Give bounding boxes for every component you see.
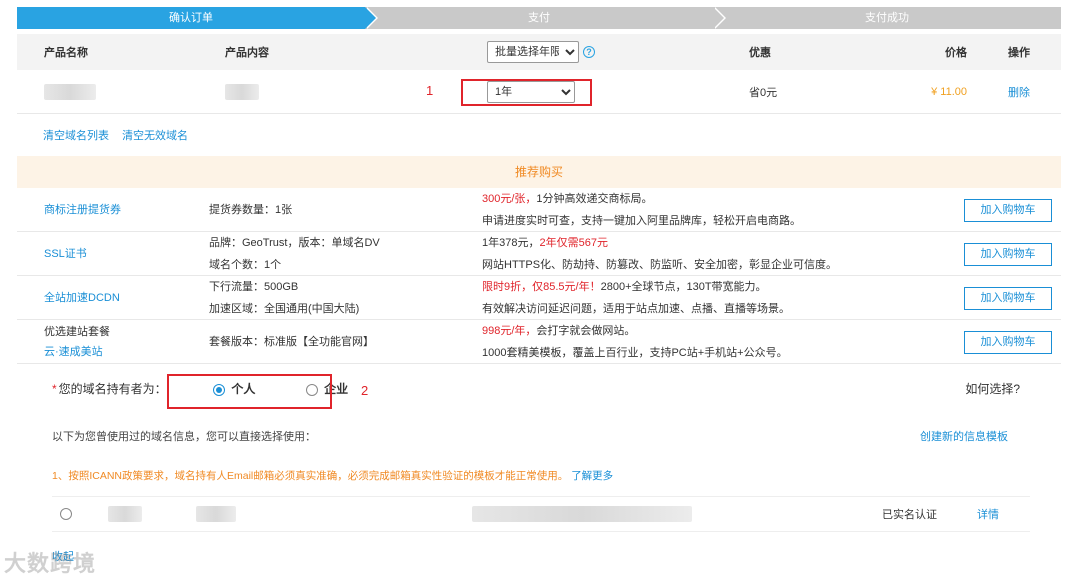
add-to-cart-button[interactable]: 加入购物车 (964, 243, 1052, 266)
highlight-box-2 (167, 374, 332, 409)
annotation-number-2: 2 (361, 383, 369, 398)
header-price: 价格 (945, 47, 967, 59)
recommend-item-dcdn: 全站加速DCDN 下行流量：500GB 加速区域：全国通用(中国大陆) 限时9折，… (17, 276, 1061, 320)
discount-value: 省0元 (749, 86, 778, 99)
recommend-item-website: 优选建站套餐 云·速成美站 套餐版本：标准版【全功能官网】 998元/年，会打字… (17, 320, 1061, 364)
add-to-cart-button[interactable]: 加入购物车 (964, 331, 1052, 354)
blurred-content (225, 83, 259, 100)
clear-domain-list-link[interactable]: 清空域名列表 (43, 130, 109, 142)
add-to-cart-button[interactable]: 加入购物车 (964, 287, 1052, 310)
progress-steps: 确认订单 支付 支付成功 (17, 7, 1061, 29)
learn-more-link[interactable]: 了解更多 (571, 470, 613, 482)
holder-label: 您的域名持有者为： (58, 382, 167, 396)
help-icon[interactable]: ? (583, 46, 595, 59)
table-header: 产品名称 产品内容 批量选择年限 ? 优惠 价格 操作 (17, 34, 1061, 70)
step-label: 支付成功 (865, 12, 909, 24)
verified-status: 已实名认证 (882, 509, 937, 521)
holder-info-text: 以下为您曾使用过的域名信息，您可以直接选择使用： (52, 431, 316, 443)
detail-link[interactable]: 详情 (977, 506, 999, 522)
create-template-link[interactable]: 创建新的信息模板 (920, 428, 1008, 444)
header-period: 批量选择年限 ? (457, 41, 727, 63)
clear-invalid-domains-link[interactable]: 清空无效域名 (122, 130, 188, 142)
header-product-content: 产品内容 (225, 47, 269, 59)
header-action: 操作 (1008, 47, 1030, 59)
recommend-item-trademark: 商标注册提货券 提货券数量：1张 300元/张，1分钟高效递交商标局。 申请进度… (17, 188, 1061, 232)
item-name: 优选建站套餐 (44, 325, 110, 338)
product-content-cell (207, 83, 457, 100)
item-desc: 限时9折，仅85.5元/年！2800+全球节点，130T带宽能力。 有效解决访问… (482, 280, 790, 315)
price-value: ¥ 11.00 (931, 85, 967, 98)
header-discount: 优惠 (749, 47, 771, 59)
watermark-logo: 大数跨境 (4, 551, 97, 576)
item-desc: 300元/张，1分钟高效递交商标局。 申请进度实时可查，支持一键加入阿里品牌库，… (482, 192, 801, 227)
step-label: 确认订单 (169, 12, 213, 24)
blurred-template-owner (196, 506, 236, 522)
template-row[interactable]: 已实名认证 详情 (52, 496, 1030, 532)
item-name-link[interactable]: SSL证书 (44, 248, 87, 260)
header-product-name: 产品名称 (44, 47, 88, 59)
recommend-title: 推荐购买 (17, 156, 1061, 188)
item-name-link[interactable]: 商标注册提货券 (44, 204, 121, 216)
highlight-box-1 (461, 79, 592, 106)
annotation-number-1: 1 (426, 83, 434, 98)
how-to-choose[interactable]: 如何选择? (965, 380, 1020, 397)
recommend-section: 推荐购买 商标注册提货券 提货券数量：1张 300元/张，1分钟高效递交商标局。… (17, 156, 1061, 364)
step-payment-success: 支付成功 (713, 7, 1061, 29)
clear-links: 清空域名列表 清空无效域名 (43, 127, 198, 143)
recommend-item-ssl: SSL证书 品牌：GeoTrust，版本：单域名DV 域名个数：1个 1年378元… (17, 232, 1061, 276)
product-name-cell (17, 83, 207, 100)
blurred-template-name (108, 506, 142, 522)
item-spec: 套餐版本：标准版【全功能官网】 (209, 335, 374, 348)
required-star: * (52, 382, 57, 396)
step-label: 支付 (528, 12, 550, 24)
item-spec: 下行流量：500GB 加速区域：全国通用(中国大陆) (209, 280, 360, 315)
item-desc: 1年378元，2年仅需567元 网站HTTPS化、防劫持、防篡改、防监听、安全加… (482, 236, 838, 271)
step-confirm-order: 确认订单 (17, 7, 378, 29)
add-to-cart-button[interactable]: 加入购物车 (964, 199, 1052, 222)
blurred-template-info (472, 506, 692, 522)
item-desc: 998元/年，会打字就会做网站。 1000套精美模板，覆盖上百行业，支持PC站+… (482, 324, 788, 359)
delete-link[interactable]: 删除 (1008, 87, 1030, 99)
icann-notice: 1、按照ICANN政策要求，域名持有人Email邮箱必须真实准确，必须完成邮箱真… (52, 470, 614, 482)
step-payment: 支付 (365, 7, 726, 29)
template-radio[interactable] (60, 508, 72, 520)
item-spec: 提货券数量：1张 (209, 203, 293, 216)
item-spec: 品牌：GeoTrust，版本：单域名DV 域名个数：1个 (209, 236, 380, 271)
batch-period-select[interactable]: 批量选择年限 (487, 41, 579, 63)
item-name-link[interactable]: 云·速成美站 (44, 346, 103, 358)
blurred-domain (44, 83, 96, 100)
item-name-link[interactable]: 全站加速DCDN (44, 292, 120, 304)
